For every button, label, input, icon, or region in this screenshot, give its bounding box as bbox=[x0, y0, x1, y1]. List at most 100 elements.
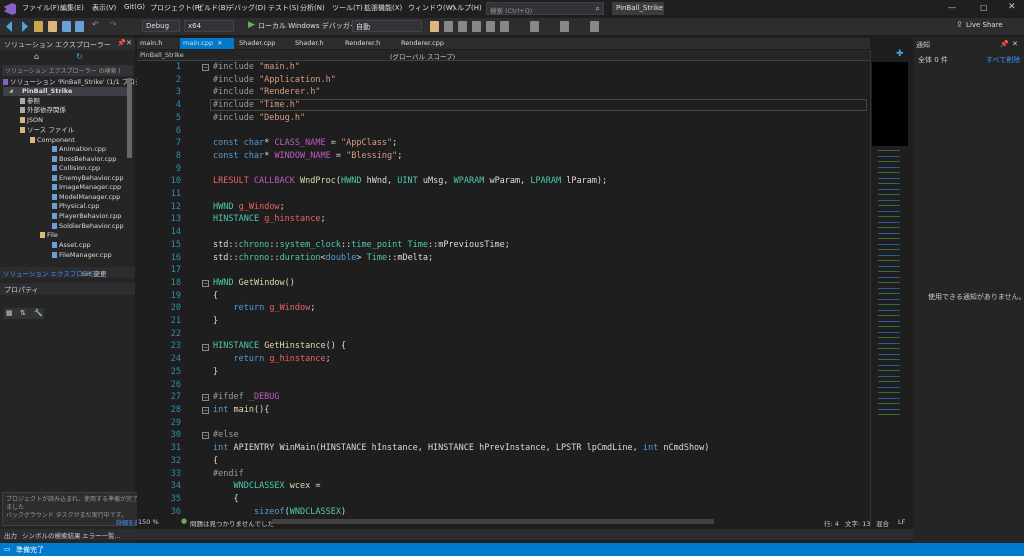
tree-project[interactable]: ◢ PinBall_Strike bbox=[3, 87, 131, 96]
notifications-close-icon[interactable]: ✕ bbox=[1012, 40, 1018, 48]
tab-output[interactable]: 出力 bbox=[4, 530, 17, 540]
live-share-button[interactable]: Live Share bbox=[966, 21, 1003, 29]
config-dropdown[interactable]: Debug bbox=[142, 20, 180, 32]
menu-edit[interactable]: 編集(E) bbox=[60, 3, 84, 13]
se-scrollbar[interactable] bbox=[127, 78, 132, 158]
clear-all-link[interactable]: すべて削除 bbox=[986, 55, 1020, 65]
tab-renderer-h[interactable]: Renderer.h bbox=[342, 38, 383, 49]
issues-status[interactable]: 問題は見つかりませんでした bbox=[190, 518, 274, 528]
tree-file[interactable]: PlayerBehavior.cpp bbox=[52, 212, 121, 221]
tree-file[interactable]: Asset.cpp bbox=[52, 241, 91, 250]
tab-shader-cpp[interactable]: Shader.cpp bbox=[236, 38, 278, 49]
tree-item-json[interactable]: JSON bbox=[20, 116, 43, 125]
tab-git-changes[interactable]: Git 変更 bbox=[82, 268, 106, 278]
se-search-input[interactable]: ソリューション エクスプローラー の検索 (Ctrl+;) bbox=[5, 66, 120, 75]
tab-error-list[interactable]: エラー一覧... bbox=[82, 530, 121, 540]
fold-toggle[interactable]: − bbox=[202, 280, 209, 287]
tree-file[interactable]: FileManager.cpp bbox=[52, 251, 112, 260]
fold-toggle[interactable]: − bbox=[202, 344, 209, 351]
pane-close-icon[interactable]: ✕ bbox=[126, 39, 132, 47]
nav-scope-dropdown[interactable]: (グローバル スコープ) bbox=[390, 51, 630, 61]
menu-tools[interactable]: ツール(T) bbox=[332, 3, 363, 13]
live-share-icon[interactable]: ⇪ bbox=[956, 20, 963, 29]
line-ending[interactable]: LF bbox=[898, 518, 905, 526]
run-button[interactable]: ローカル Windows デバッガー bbox=[258, 21, 357, 31]
menu-extensions[interactable]: 拡張機能(X) bbox=[364, 3, 402, 13]
search-box[interactable]: 検索 (Ctrl+Q) ⌕ bbox=[486, 2, 604, 15]
horizontal-scrollbar[interactable] bbox=[272, 519, 714, 524]
toolbar-tool-icon-6[interactable] bbox=[530, 21, 539, 32]
tab-renderer-cpp[interactable]: Renderer.cpp bbox=[398, 38, 447, 49]
tab-symbol-results[interactable]: シンボルの検索結果 bbox=[22, 530, 81, 540]
nav-project-dropdown[interactable]: PinBall_Strike bbox=[140, 51, 380, 60]
menu-test[interactable]: テスト(S) bbox=[268, 3, 299, 13]
save-all-icon[interactable] bbox=[75, 21, 84, 32]
categorized-icon[interactable]: ▦ bbox=[6, 309, 13, 317]
se-refresh-icon[interactable]: ↻ bbox=[76, 52, 83, 61]
new-item-icon[interactable] bbox=[34, 21, 43, 32]
indent-mode[interactable]: 混合 bbox=[876, 518, 889, 528]
pane-pin-icon[interactable]: 📌 bbox=[117, 39, 126, 47]
save-icon[interactable] bbox=[62, 21, 71, 32]
toolbar-tool-icon-3[interactable] bbox=[472, 21, 481, 32]
fold-toggle[interactable]: − bbox=[202, 394, 209, 401]
toolbar-tool-icon-5[interactable] bbox=[500, 21, 509, 32]
minimap-viewport[interactable] bbox=[872, 62, 908, 146]
tree-file[interactable]: SoldierBehavior.cpp bbox=[52, 222, 124, 231]
tree-file[interactable]: Animation.cpp bbox=[52, 145, 106, 154]
tree-item-references[interactable]: 参照 bbox=[20, 97, 40, 106]
se-search-box[interactable]: ソリューション エクスプローラー の検索 (Ctrl+;) bbox=[2, 65, 133, 76]
tree-item-external-deps[interactable]: 外部依存関係 bbox=[20, 106, 66, 115]
toolbar-tool-icon-7[interactable] bbox=[560, 21, 569, 32]
minimize-icon[interactable]: — bbox=[948, 3, 956, 12]
back-icon[interactable] bbox=[6, 21, 12, 32]
alphabetical-icon[interactable]: ⇅ bbox=[20, 309, 26, 317]
tree-file[interactable]: Collision.cpp bbox=[52, 164, 100, 173]
forward-icon[interactable] bbox=[22, 21, 28, 32]
menu-file[interactable]: ファイル(F) bbox=[22, 3, 60, 13]
fold-toggle[interactable]: − bbox=[202, 407, 209, 414]
tree-file[interactable]: Physical.cpp bbox=[52, 202, 99, 211]
tree-item-file-folder[interactable]: File bbox=[40, 231, 58, 240]
wrench-icon[interactable]: 🔧 bbox=[34, 309, 43, 317]
details-link[interactable]: 詳細を表示 bbox=[6, 520, 146, 528]
tree-file[interactable]: ModelManager.cpp bbox=[52, 193, 120, 202]
redo-icon[interactable]: ↷ bbox=[110, 20, 117, 29]
maximize-icon[interactable]: ▢ bbox=[980, 3, 988, 12]
tree-file[interactable]: BossBehavior.cpp bbox=[52, 155, 116, 164]
menu-view[interactable]: 表示(V) bbox=[92, 3, 116, 13]
tab-close-icon[interactable]: ✕ bbox=[217, 39, 222, 47]
expand-icon[interactable]: ◢ bbox=[9, 87, 13, 96]
toolbar-tool-icon-4[interactable] bbox=[486, 21, 495, 32]
menu-project[interactable]: プロジェクト(P) bbox=[150, 3, 202, 13]
notifications-pin-icon[interactable]: 📌 bbox=[1000, 40, 1009, 48]
menu-git[interactable]: Git(G) bbox=[124, 3, 145, 11]
fold-toggle[interactable]: − bbox=[202, 432, 209, 439]
tab-main-h[interactable]: main.h bbox=[137, 38, 165, 49]
toolbar-tool-icon-8[interactable] bbox=[590, 21, 599, 32]
run-icon[interactable]: ▶ bbox=[248, 20, 255, 30]
code-text[interactable]: #include "main.h" #include "Application.… bbox=[213, 61, 709, 518]
menu-window[interactable]: ウィンドウ(W) bbox=[408, 3, 455, 13]
close-icon[interactable]: ✕ bbox=[1008, 2, 1016, 12]
auto-dropdown[interactable]: 自動 bbox=[352, 20, 422, 32]
split-add-icon[interactable]: ✚ bbox=[896, 49, 904, 59]
se-home-icon[interactable]: ⌂ bbox=[34, 52, 39, 61]
tab-shader-h[interactable]: Shader.h bbox=[292, 38, 327, 49]
search-input[interactable]: 検索 (Ctrl+Q) bbox=[490, 5, 532, 15]
menu-help[interactable]: ヘルプ(H) bbox=[450, 3, 482, 13]
zoom-dropdown[interactable]: 150 % bbox=[138, 518, 159, 526]
platform-dropdown[interactable]: x64 bbox=[184, 20, 234, 32]
tree-file[interactable]: ImageManager.cpp bbox=[52, 183, 121, 192]
tree-file[interactable]: EnemyBehavior.cpp bbox=[52, 174, 124, 183]
open-icon[interactable] bbox=[48, 21, 57, 32]
tree-item-source-files[interactable]: ソース ファイル bbox=[20, 126, 74, 135]
toolbar-tool-icon-1[interactable] bbox=[444, 21, 453, 32]
toolbar-tool-icon-2[interactable] bbox=[458, 21, 467, 32]
menu-analyze[interactable]: 分析(N) bbox=[300, 3, 325, 13]
menu-build[interactable]: ビルド(B) bbox=[197, 3, 228, 13]
tree-item-component[interactable]: Component bbox=[30, 136, 75, 145]
toolbar-folder-icon[interactable] bbox=[430, 21, 439, 32]
fold-toggle[interactable]: − bbox=[202, 64, 209, 71]
undo-icon[interactable]: ↶ bbox=[92, 20, 99, 29]
